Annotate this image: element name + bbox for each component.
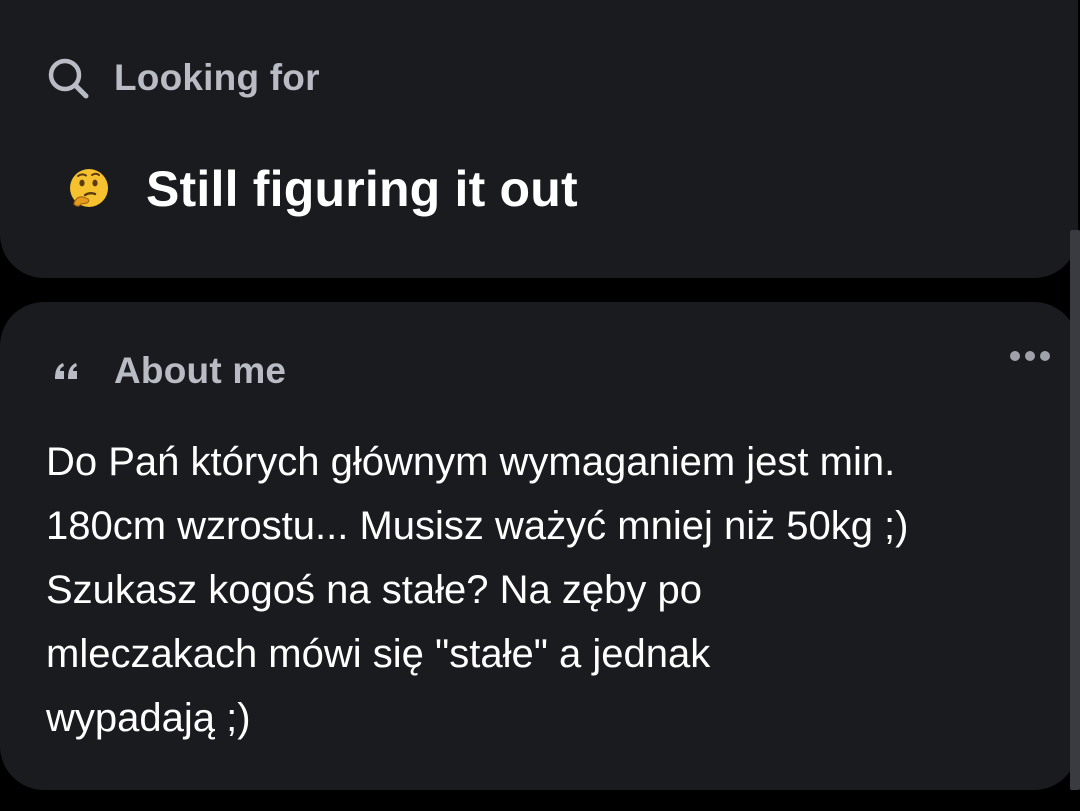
about-me-bio: Do Pań których głównym wymaganiem jest m… — [46, 430, 1046, 750]
more-options-button[interactable] — [1010, 344, 1050, 368]
looking-for-card — [0, 0, 1078, 278]
profile-page: Looking for Still figuring it out About … — [0, 0, 1080, 811]
about-me-header: About me — [52, 350, 286, 392]
more-dots-icon — [1025, 351, 1035, 361]
looking-for-header: Looking for — [46, 56, 320, 100]
more-dots-icon — [1010, 351, 1020, 361]
more-dots-icon — [1040, 351, 1050, 361]
quote-icon — [52, 356, 82, 386]
looking-for-title: Looking for — [114, 57, 320, 98]
bio-line: Do Pań których głównym wymaganiem jest m… — [46, 440, 896, 484]
looking-for-value: Still figuring it out — [66, 160, 578, 218]
bio-line: mleczakach mówi się "stałe" a jednak — [46, 632, 711, 676]
thinking-face-emoji-icon — [66, 166, 112, 212]
looking-for-value-text: Still figuring it out — [146, 161, 578, 217]
bio-line: wypadają ;) — [46, 696, 251, 740]
about-me-title: About me — [114, 350, 287, 391]
scrollbar[interactable] — [1070, 230, 1080, 790]
search-icon — [46, 56, 90, 100]
bio-line: Szukasz kogoś na stałe? Na zęby po — [46, 568, 702, 612]
bio-line: 180cm wzrostu... Musisz ważyć mniej niż … — [46, 504, 909, 548]
